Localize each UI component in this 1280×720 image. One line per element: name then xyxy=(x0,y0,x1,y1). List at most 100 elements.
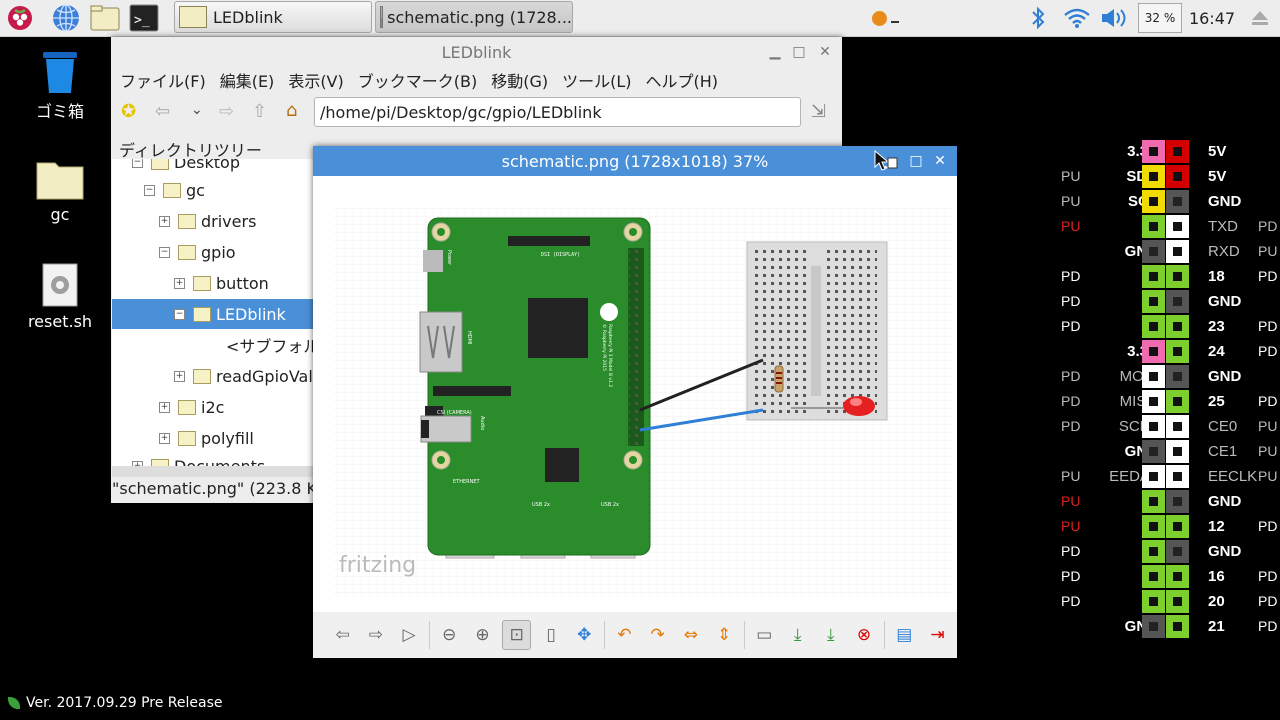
pin-marker xyxy=(1149,497,1158,506)
eject-icon[interactable] xyxy=(1246,0,1274,36)
menu-edit[interactable]: 編集(E) xyxy=(220,68,275,92)
location-bar[interactable]: /home/pi/Desktop/gc/gpio/LEDblink xyxy=(314,97,801,127)
gpio-right-name: GND xyxy=(1208,543,1242,560)
task-button-schematic[interactable]: schematic.png (1728... xyxy=(375,1,573,33)
gpio-row: PU EEDAT EECLK PU xyxy=(1058,464,1280,489)
menu-view[interactable]: 表示(V) xyxy=(288,68,343,92)
gpio-right-name: GND xyxy=(1208,493,1242,510)
gpio-pin-even xyxy=(1166,240,1189,263)
tree-item-polyfill[interactable]: + polyfill xyxy=(159,423,254,453)
tree-item-gpio[interactable]: − gpio xyxy=(159,237,236,267)
desktop-icon-trash[interactable]: ゴミ箱 xyxy=(20,50,100,122)
new-tab-icon[interactable]: ✪ xyxy=(121,101,136,122)
raspberry-menu-icon[interactable] xyxy=(5,3,35,33)
chevron-down-icon[interactable]: ⌄ xyxy=(191,102,203,118)
close-icon[interactable]: ✕ xyxy=(816,43,834,61)
tree-item-button[interactable]: + button xyxy=(174,268,269,298)
gpio-left-pull: PU xyxy=(1061,468,1081,484)
bluetooth-icon[interactable] xyxy=(1024,0,1052,36)
tree-item-subfolder[interactable]: <サブフォル xyxy=(226,330,314,360)
gpio-pin-even xyxy=(1166,515,1189,538)
gpio-pin-odd xyxy=(1142,240,1165,263)
gpio-right-pull: PD xyxy=(1258,268,1278,284)
fritzing-watermark: fritzing xyxy=(339,553,416,578)
terminal-icon[interactable]: >_ xyxy=(129,3,159,33)
previous-icon[interactable]: ⇦ xyxy=(329,621,356,649)
save-icon[interactable]: ⤓ xyxy=(784,621,811,649)
image-canvas[interactable]: DSI (DISPLAY) Power HDMI CSI (CAMERA) Au… xyxy=(313,176,957,612)
desktop-icon-label: gc xyxy=(50,205,70,224)
desktop-icon-label: reset.sh xyxy=(27,312,93,331)
folder-icon xyxy=(179,6,207,28)
slideshow-icon[interactable]: ▷ xyxy=(395,621,422,649)
maximize-icon[interactable]: □ xyxy=(907,152,925,170)
up-icon[interactable]: ⇧ xyxy=(252,101,267,122)
tree-item-readgpiovalue[interactable]: +readGpioValue xyxy=(174,361,314,391)
menu-bookmarks[interactable]: ブックマーク(B) xyxy=(358,68,477,92)
close-icon[interactable]: ✕ xyxy=(931,152,949,170)
gpio-pin-even xyxy=(1166,190,1189,213)
go-icon[interactable]: ⇲ xyxy=(811,101,826,122)
desktop-icon-reset-sh[interactable]: reset.sh xyxy=(20,262,100,331)
fit-window-icon[interactable]: ⊡ xyxy=(502,620,532,650)
forward-icon[interactable]: ⇨ xyxy=(219,101,234,122)
web-browser-icon[interactable] xyxy=(51,3,81,33)
quit-icon[interactable]: ⇥ xyxy=(924,621,951,649)
back-icon[interactable]: ⇦ xyxy=(155,101,170,122)
original-size-icon[interactable]: ▯ xyxy=(537,621,564,649)
volume-icon[interactable] xyxy=(1098,0,1130,36)
gpio-left-pull: PD xyxy=(1061,293,1081,309)
menu-file[interactable]: ファイル(F) xyxy=(120,68,206,92)
cpu-usage-monitor[interactable]: 32 % xyxy=(1138,3,1182,33)
gpio-left-pull: PD xyxy=(1061,268,1081,284)
open-file-icon[interactable]: ▭ xyxy=(751,621,778,649)
script-gear-icon xyxy=(42,263,78,307)
delete-icon[interactable]: ⊗ xyxy=(850,621,877,649)
pin-marker xyxy=(1149,472,1158,481)
window-titlebar[interactable]: schematic.png (1728x1018) 37% ▁ □ ✕ xyxy=(313,146,957,176)
gpio-pin-odd xyxy=(1142,540,1165,563)
next-icon[interactable]: ⇨ xyxy=(362,621,389,649)
flip-horizontal-icon[interactable]: ⇔ xyxy=(677,621,704,649)
gpio-row: PD2223PD xyxy=(1058,314,1280,339)
menu-help[interactable]: ヘルプ(H) xyxy=(646,68,719,92)
clock[interactable]: 16:47 xyxy=(1186,0,1238,36)
wifi-icon[interactable] xyxy=(1060,0,1094,36)
flip-vertical-icon[interactable]: ⇕ xyxy=(711,621,738,649)
task-button-ledblink[interactable]: LEDblink xyxy=(174,1,372,33)
tree-item-i2c[interactable]: + i2c xyxy=(159,392,224,422)
pin-marker xyxy=(1173,297,1182,306)
tree-item-drivers[interactable]: + drivers xyxy=(159,206,256,236)
zoom-out-icon[interactable]: ⊖ xyxy=(436,621,463,649)
update-notifier-icon[interactable] xyxy=(868,0,902,36)
gpio-pin-odd xyxy=(1142,565,1165,588)
gpio-pin-even xyxy=(1166,415,1189,438)
menu-bar: ファイル(F) 編集(E) 表示(V) ブックマーク(B) 移動(G) ツール(… xyxy=(111,67,842,93)
pin-marker xyxy=(1149,272,1158,281)
desktop-icon-gc[interactable]: gc xyxy=(20,155,100,224)
horizontal-scrollbar[interactable] xyxy=(112,466,314,477)
preferences-icon[interactable]: ▤ xyxy=(891,621,918,649)
pin-marker xyxy=(1173,447,1182,456)
zoom-in-icon[interactable]: ⊕ xyxy=(469,621,496,649)
folder-icon xyxy=(178,399,196,415)
tree-item-gc[interactable]: − gc xyxy=(144,175,205,205)
menu-tools[interactable]: ツール(L) xyxy=(562,68,631,92)
pin-marker xyxy=(1173,397,1182,406)
gpio-right-pull: PD xyxy=(1258,218,1278,234)
window-titlebar[interactable]: LEDblink ▁ □ ✕ xyxy=(111,37,842,67)
tree-item-documents[interactable]: + Documents xyxy=(132,451,265,466)
file-manager-icon[interactable] xyxy=(90,3,120,33)
board-label-copyright: © Raspberry Pi 2015 xyxy=(601,324,608,371)
minimize-icon[interactable]: ▁ xyxy=(766,43,784,61)
rotate-right-icon[interactable]: ↷ xyxy=(644,621,671,649)
home-icon[interactable]: ⌂ xyxy=(286,100,297,121)
tree-item-ledblink[interactable]: − LEDblink xyxy=(112,299,314,329)
save-as-icon[interactable]: ⤓ xyxy=(817,621,844,649)
fullscreen-icon[interactable]: ✥ xyxy=(571,621,598,649)
gpio-row: PD27GND xyxy=(1058,289,1280,314)
maximize-icon[interactable]: □ xyxy=(790,43,808,61)
gpio-right-pull: PU xyxy=(1258,443,1278,459)
rotate-left-icon[interactable]: ↶ xyxy=(611,621,638,649)
menu-go[interactable]: 移動(G) xyxy=(491,68,548,92)
